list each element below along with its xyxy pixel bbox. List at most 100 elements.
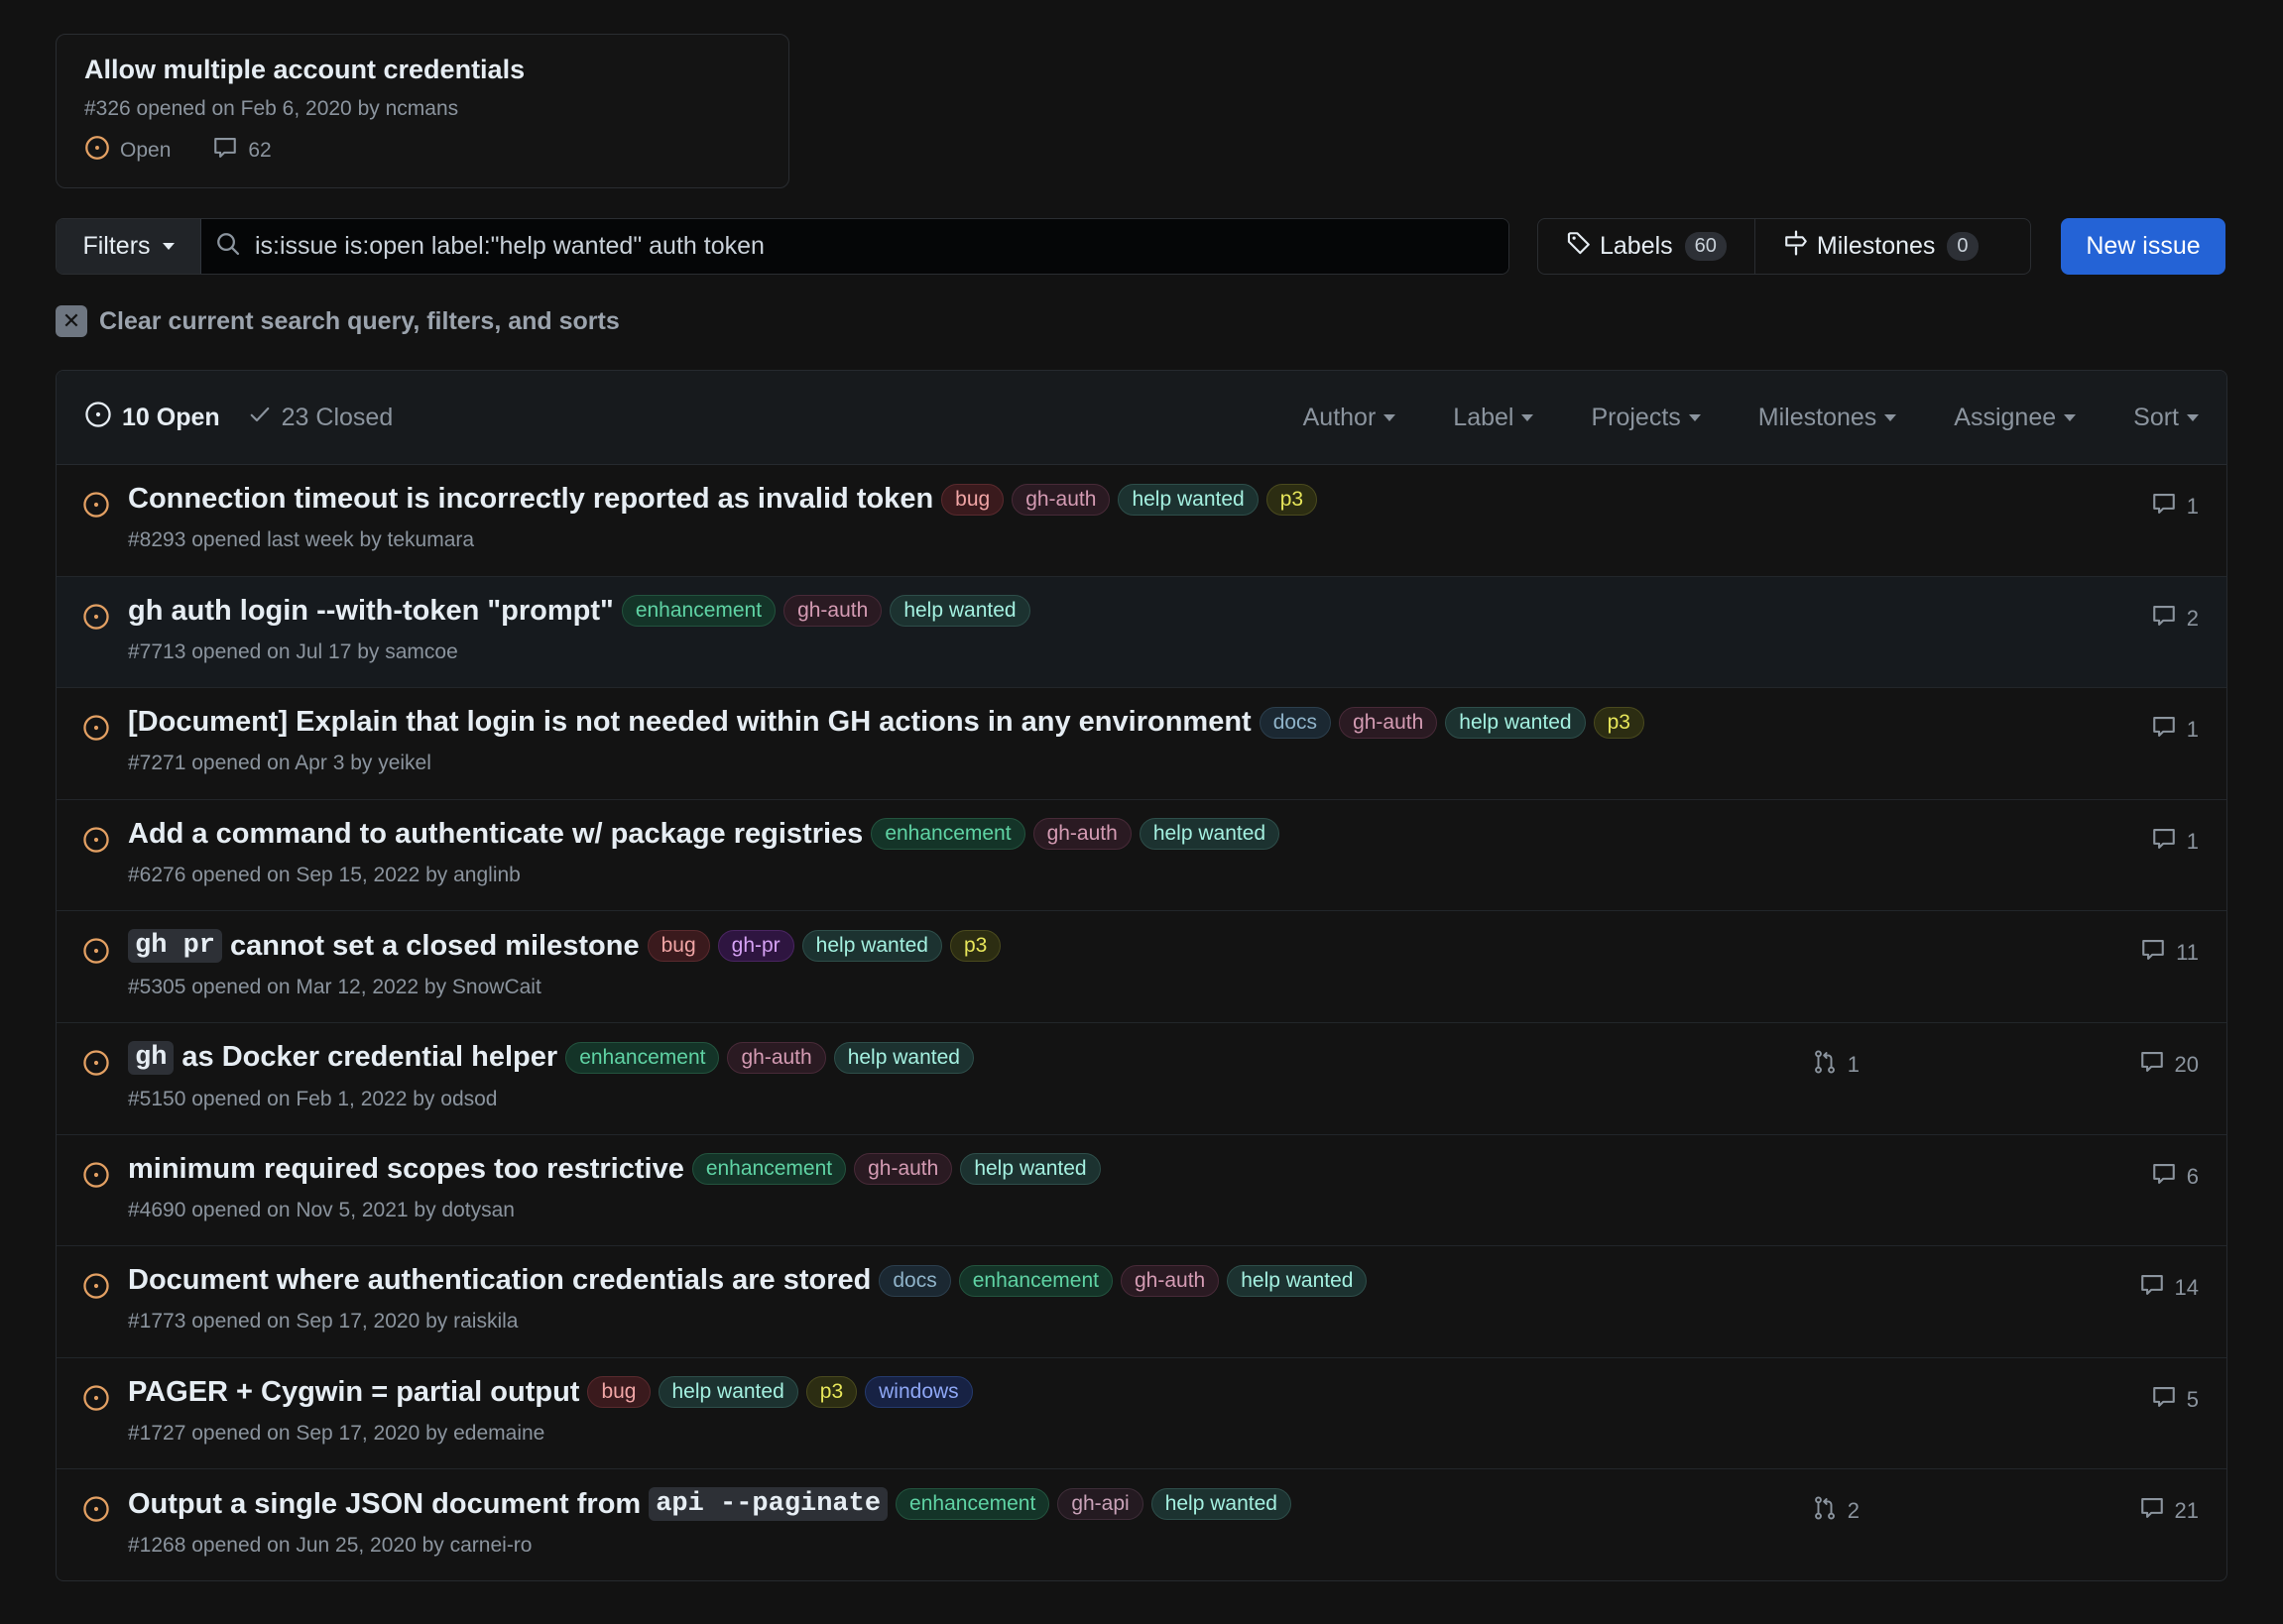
pinned-issue-meta: #326 opened on Feb 6, 2020 by ncmans xyxy=(84,97,459,120)
issue-title-link[interactable]: gh auth login --with-token "prompt" xyxy=(128,595,614,628)
comment-icon xyxy=(2151,491,2177,522)
issue-row[interactable]: [Document] Explain that login is not nee… xyxy=(57,688,2226,800)
issue-title-link[interactable]: minimum required scopes too restrictive xyxy=(128,1153,684,1186)
label-enhancement[interactable]: enhancement xyxy=(896,1488,1050,1521)
issue-open-icon xyxy=(82,1049,110,1082)
label-help-wanted[interactable]: help wanted xyxy=(1445,706,1586,739)
label-enhancement[interactable]: enhancement xyxy=(958,1264,1113,1297)
issue-row[interactable]: Add a command to authenticate w/ package… xyxy=(57,800,2226,912)
issue-row[interactable]: Output a single JSON document from api --… xyxy=(57,1469,2226,1580)
inline-code[interactable]: gh pr xyxy=(128,929,223,964)
issue-title-link[interactable]: as Docker credential helper xyxy=(181,1041,557,1074)
label-p3[interactable]: p3 xyxy=(1265,483,1318,516)
inline-code[interactable]: api --paginate xyxy=(649,1487,889,1522)
comments-link[interactable]: 21 xyxy=(2139,1495,2199,1527)
search-icon xyxy=(215,231,241,262)
sort-dropdown-milestones[interactable]: Milestones xyxy=(1758,404,1897,432)
label-enhancement[interactable]: enhancement xyxy=(871,818,1025,851)
comments-link[interactable]: 6 xyxy=(2151,1161,2199,1193)
sort-dropdown-projects[interactable]: Projects xyxy=(1591,404,1701,432)
issue-meta: #1268 opened on Jun 25, 2020 by carnei-r… xyxy=(128,1534,533,1558)
label-bug[interactable]: bug xyxy=(941,483,1005,516)
sort-dropdown-author[interactable]: Author xyxy=(1303,404,1396,432)
issue-title-link[interactable]: [Document] Explain that login is not nee… xyxy=(128,706,1252,739)
issue-row[interactable]: Connection timeout is incorrectly report… xyxy=(57,465,2226,577)
label-gh-auth[interactable]: gh-auth xyxy=(727,1041,826,1074)
label-p3[interactable]: p3 xyxy=(805,1376,858,1409)
labels-link[interactable]: Labels 60 xyxy=(1538,219,1754,274)
label-bug[interactable]: bug xyxy=(647,930,710,963)
pinned-issue-card[interactable]: Allow multiple account credentials #326 … xyxy=(56,34,789,188)
issue-row[interactable]: PAGER + Cygwin = partial output bug help w… xyxy=(57,1358,2226,1470)
issue-title-link[interactable]: cannot set a closed milestone xyxy=(230,930,640,963)
new-issue-button[interactable]: New issue xyxy=(2061,218,2225,275)
comment-icon xyxy=(2151,714,2177,746)
comments-link[interactable]: 1 xyxy=(2151,826,2199,858)
filters-dropdown-button[interactable]: Filters xyxy=(57,219,201,274)
sort-dropdown-sort[interactable]: Sort xyxy=(2133,404,2199,432)
comments-link[interactable]: 1 xyxy=(2151,714,2199,746)
issue-title-link[interactable]: Connection timeout is incorrectly report… xyxy=(128,483,933,516)
label-docs[interactable]: docs xyxy=(1259,706,1332,739)
inline-code[interactable]: gh xyxy=(128,1040,175,1075)
label-gh-auth[interactable]: gh-auth xyxy=(854,1153,953,1186)
issue-row[interactable]: gh pr cannot set a closed milestone bug gh-… xyxy=(57,911,2226,1023)
label-help-wanted[interactable]: help wanted xyxy=(833,1041,974,1074)
label-help-wanted[interactable]: help wanted xyxy=(801,930,942,963)
milestones-link[interactable]: Milestones 0 xyxy=(1753,219,2006,274)
pinned-issue-title[interactable]: Allow multiple account credentials xyxy=(84,55,761,85)
label-gh-auth[interactable]: gh-auth xyxy=(1120,1264,1220,1297)
comments-link[interactable]: 2 xyxy=(2151,603,2199,635)
label-bug[interactable]: bug xyxy=(587,1376,651,1409)
issue-row[interactable]: minimum required scopes too restrictive e… xyxy=(57,1135,2226,1247)
closed-issues-tab[interactable]: 23 Closed xyxy=(248,403,393,433)
clear-filters-label: Clear current search query, filters, and… xyxy=(99,306,620,335)
label-gh-auth[interactable]: gh-auth xyxy=(1032,818,1132,851)
issue-meta: #8293 opened last week by tekumara xyxy=(128,528,475,551)
issue-title-link[interactable]: Document where authentication credential… xyxy=(128,1264,871,1297)
label-p3[interactable]: p3 xyxy=(949,930,1002,963)
comments-link[interactable]: 11 xyxy=(2140,937,2199,969)
comments-count: 11 xyxy=(2176,940,2199,966)
label-p3[interactable]: p3 xyxy=(1593,706,1644,739)
label-help-wanted[interactable]: help wanted xyxy=(1227,1264,1368,1297)
label-gh-api[interactable]: gh-api xyxy=(1057,1488,1143,1521)
sort-dropdown-assignee[interactable]: Assignee xyxy=(1954,404,2077,432)
label-help-wanted[interactable]: help wanted xyxy=(1118,483,1259,516)
label-help-wanted[interactable]: help wanted xyxy=(658,1376,798,1409)
comments-link[interactable]: 1 xyxy=(2151,491,2199,522)
label-help-wanted[interactable]: help wanted xyxy=(1150,1488,1291,1521)
open-issues-tab[interactable]: 10 Open xyxy=(84,401,220,435)
issue-row[interactable]: gh as Docker credential helper enhancement… xyxy=(57,1023,2226,1135)
pinned-issue-comments[interactable]: 62 xyxy=(248,139,271,163)
issue-title-link[interactable]: Output a single JSON document from xyxy=(128,1488,641,1521)
label-help-wanted[interactable]: help wanted xyxy=(890,595,1030,628)
label-gh-pr[interactable]: gh-pr xyxy=(717,930,794,963)
clear-filters-link[interactable]: ✕ Clear current search query, filters, a… xyxy=(56,305,620,337)
label-help-wanted[interactable]: help wanted xyxy=(1139,818,1280,851)
issue-row[interactable]: Document where authentication credential… xyxy=(57,1246,2226,1358)
label-gh-auth[interactable]: gh-auth xyxy=(1339,706,1438,739)
issue-open-icon xyxy=(82,714,110,747)
label-enhancement[interactable]: enhancement xyxy=(691,1153,847,1186)
label-enhancement[interactable]: enhancement xyxy=(565,1041,720,1074)
linked-prs[interactable]: 1 xyxy=(1812,1049,1860,1081)
comments-link[interactable]: 5 xyxy=(2151,1384,2199,1416)
label-gh-auth[interactable]: gh-auth xyxy=(1012,483,1111,516)
label-windows[interactable]: windows xyxy=(865,1376,973,1409)
comment-icon xyxy=(2151,1384,2177,1416)
issue-title-link[interactable]: Add a command to authenticate w/ package… xyxy=(128,818,863,851)
pull-request-icon xyxy=(1812,1495,1838,1527)
comment-icon xyxy=(2151,1161,2177,1193)
comments-link[interactable]: 14 xyxy=(2139,1272,2199,1304)
label-gh-auth[interactable]: gh-auth xyxy=(783,595,883,628)
label-help-wanted[interactable]: help wanted xyxy=(960,1153,1101,1186)
label-enhancement[interactable]: enhancement xyxy=(621,595,777,628)
label-docs[interactable]: docs xyxy=(879,1264,951,1297)
search-input[interactable] xyxy=(255,232,1508,261)
linked-prs[interactable]: 2 xyxy=(1812,1495,1860,1527)
sort-dropdown-label[interactable]: Label xyxy=(1453,404,1534,432)
issue-title-link[interactable]: PAGER + Cygwin = partial output xyxy=(128,1376,579,1409)
issue-row[interactable]: gh auth login --with-token "prompt" enhan… xyxy=(57,576,2226,689)
comments-link[interactable]: 20 xyxy=(2139,1049,2199,1081)
